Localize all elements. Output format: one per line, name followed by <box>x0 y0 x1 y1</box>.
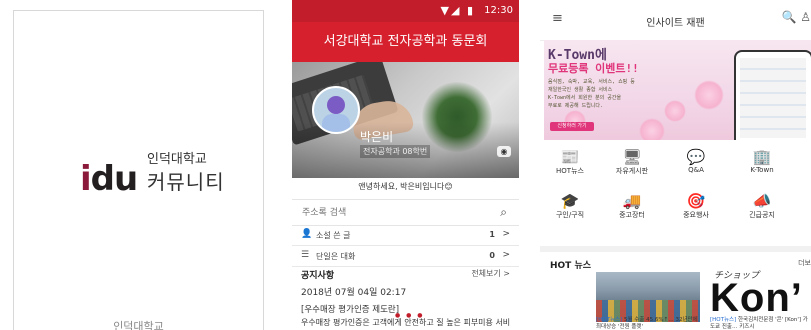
banner-line: 음식점, 숙박, 교육, 서비스, 쇼핑 등 <box>548 79 635 85</box>
idu-logo: idu 인덕대학교 커뮤니티 <box>80 148 230 208</box>
grid-item-market[interactable]: 🚚 중고장터 <box>606 192 658 220</box>
profile-department: 전자공학과 08학번 <box>360 145 431 158</box>
chat-icon: 💬 <box>686 148 706 166</box>
banner-line: 재일한국인 생활 종합 서비스 <box>548 87 613 93</box>
grid-item-k-town[interactable]: 🏢 K-Town <box>736 148 788 174</box>
app-title: 서강대학교 전자공학과 동문회 <box>292 22 519 62</box>
truck-icon: 🚚 <box>622 192 642 210</box>
status-bar: ▼◢ ▮ 12:30 <box>292 0 519 22</box>
category-grid: 📰 HOT뉴스 🖥 자유게시판 💬 Q&A 🏢 K-Town 🎓 구인/구직 🚚… <box>540 148 811 242</box>
grid-item-label: Q&A <box>688 166 704 174</box>
hot-news-heading: HOT 뉴스 <box>550 261 592 271</box>
logo-i: i <box>80 159 92 199</box>
logo-community-label: 커뮤니티 <box>147 170 225 194</box>
list-icon: ☰ <box>301 250 310 260</box>
grid-item-free-board[interactable]: 🖥 자유게시판 <box>606 148 658 176</box>
list-item-count: 0 <box>489 251 495 260</box>
grid-item-label: K-Town <box>750 166 774 174</box>
notice-heading: 공지사항 <box>301 271 335 281</box>
phone-mockup-image <box>734 50 811 140</box>
splash-screen: idu 인덕대학교 커뮤니티 인덕대학교 <box>0 0 270 330</box>
grid-item-label: 중고장터 <box>619 211 645 219</box>
grid-item-urgent-notice[interactable]: 📣 긴급공지 <box>736 192 788 220</box>
splash-frame: idu 인덕대학교 커뮤니티 인덕대학교 <box>13 10 264 330</box>
target-icon: 🎯 <box>686 192 706 210</box>
list-item-count: 1 <box>489 230 495 239</box>
news-card-image[interactable] <box>596 272 700 322</box>
directory-search: ⌕ <box>292 199 519 226</box>
banner-subheadline: 무료등록 이벤트!! <box>548 62 639 75</box>
monitor-icon: 🖥 <box>622 148 642 166</box>
grid-item-label: 긴급공지 <box>749 211 775 219</box>
event-banner[interactable]: K-Town에 무료등록 이벤트!! 음식점, 숙박, 교육, 서비스, 쇼핑 … <box>544 40 811 140</box>
search-input[interactable] <box>300 204 484 222</box>
section-divider <box>540 246 811 252</box>
news-card-image[interactable]: チショップ Kon’ <box>710 268 811 324</box>
grid-item-hot-news[interactable]: 📰 HOT뉴스 <box>544 148 596 176</box>
grid-item-events[interactable]: 🎯 중요행사 <box>670 192 722 220</box>
page-indicator: ● ● ● <box>395 312 425 319</box>
news-tag: [HOT뉴스] <box>596 317 623 323</box>
grid-item-label: 중요행사 <box>683 211 709 219</box>
news-caption[interactable]: [HOT뉴스] 한국김치전문점 '콘' [Kon'] 가 도쿄 진출… 키즈시 <box>710 317 811 330</box>
list-item-chats[interactable]: ☰ 단일은 대화 0 > <box>292 245 519 267</box>
insight-japan-screen: ≡ 인사이트 재팬 🔍 ♙ K-Town에 무료등록 이벤트!! 음식점, 숙박… <box>540 0 811 330</box>
page-title: 인사이트 재팬 <box>646 18 705 29</box>
camera-icon[interactable]: ◉ <box>497 146 511 157</box>
grid-item-label: 자유게시판 <box>615 167 649 175</box>
news-caption[interactable]: [HOT뉴스] 5월 수출 45.6%↑… 32년만에 최대상승 '전원 플랫' <box>596 317 702 330</box>
building-icon: 🏢 <box>752 148 772 166</box>
grid-item-label: HOT뉴스 <box>556 167 584 175</box>
grid-item-jobs[interactable]: 🎓 구인/구직 <box>544 192 596 220</box>
greeting-text: 앤녕하세요, 박은비입니다😊 <box>292 178 519 196</box>
avatar[interactable] <box>312 86 360 134</box>
top-bar: ≡ 인사이트 재팬 🔍 ♙ <box>540 0 811 41</box>
logo-du: du <box>90 159 139 199</box>
banner-line: 무료로 제공해 드립니다. <box>548 103 604 109</box>
splash-footer: 인덕대학교 <box>113 320 164 330</box>
hot-news-more-link[interactable]: 더보 <box>798 258 811 268</box>
newspaper-icon: 📰 <box>560 148 580 166</box>
search-profile-icons[interactable]: 🔍 ♙ <box>781 10 811 24</box>
chevron-right-icon: > <box>502 250 510 260</box>
megaphone-icon: 📣 <box>752 192 772 210</box>
banner-line: K-Town에서 회원한 분의 공간을 <box>548 95 622 101</box>
list-item-label: 단일은 대화 <box>316 252 356 261</box>
status-icons: ▼◢ ▮ <box>440 4 475 17</box>
news-tag: [HOT뉴스] <box>710 317 737 323</box>
notice-title[interactable]: [우수매장 평가인증 제도란] <box>301 303 399 315</box>
view-all-link[interactable]: 전체보기 > <box>471 268 510 279</box>
notice-date: 2018년 07월 04일 02:17 <box>301 288 407 298</box>
person-icon: 👤 <box>301 229 313 239</box>
alumni-home-screen: ▼◢ ▮ 12:30 서강대학교 전자공학과 동문회 박은비 전자공학과 08학… <box>292 0 519 330</box>
logo-university-name: 인덕대학교 <box>147 152 207 167</box>
status-time: 12:30 <box>484 5 513 16</box>
grid-item-qna[interactable]: 💬 Q&A <box>670 148 722 174</box>
graduation-cap-icon: 🎓 <box>560 192 580 210</box>
list-item-posts[interactable]: 👤 소설 쓴 글 1 > <box>292 224 519 246</box>
grid-item-label: 구인/구직 <box>555 211 585 219</box>
profile-name: 박은비 <box>360 130 394 144</box>
list-item-label: 소설 쓴 글 <box>316 231 351 240</box>
banner-apply-button[interactable]: 신청하러 가기 <box>550 122 594 131</box>
search-icon[interactable]: ⌕ <box>500 205 507 220</box>
kon-logo-text: Kon’ <box>710 276 803 320</box>
chevron-right-icon: > <box>502 229 510 239</box>
